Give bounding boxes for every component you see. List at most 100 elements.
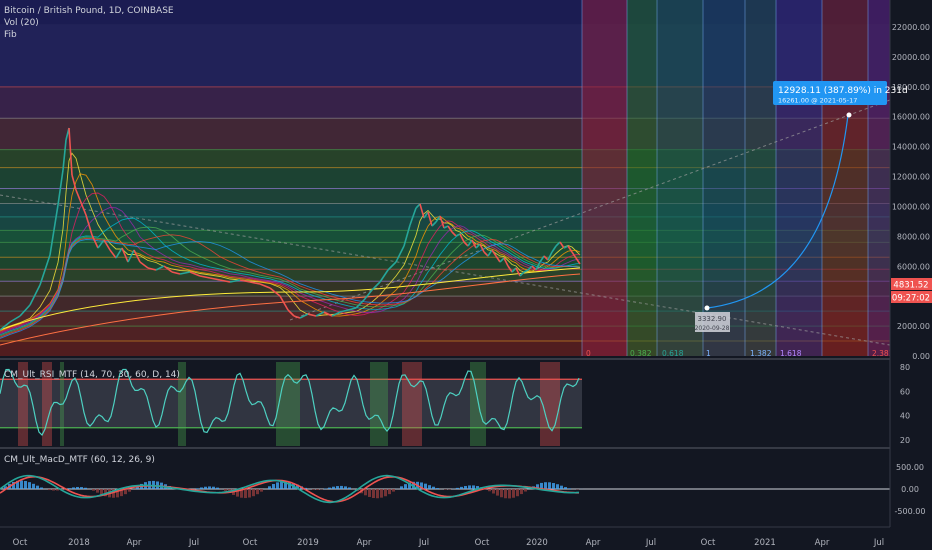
macd-histogram-bar — [32, 483, 35, 489]
macd-histogram-bar — [212, 486, 215, 489]
time-tick-label: Jul — [418, 538, 429, 548]
volume-indicator-label[interactable]: Vol (20) — [4, 18, 39, 28]
rsi-tick-label: 60 — [900, 387, 910, 396]
macd-histogram-bar — [200, 487, 203, 489]
macd-histogram-bar — [556, 484, 559, 489]
fib-time-zone — [868, 0, 890, 356]
time-tick-label: 2020 — [526, 538, 548, 548]
macd-histogram-bar — [340, 485, 343, 489]
macd-histogram-bar — [92, 489, 95, 491]
macd-histogram-bar — [196, 488, 199, 489]
macd-histogram-bar — [504, 489, 507, 499]
macd-histogram-bar — [260, 489, 263, 492]
macd-histogram-bar — [508, 489, 511, 499]
projection-start-price: 3332.90 — [698, 315, 727, 323]
macd-histogram-bar — [496, 489, 499, 496]
time-tick-label: Jul — [188, 538, 199, 548]
price-tick-label: 0.00 — [912, 352, 930, 361]
rsi-tick-label: 80 — [900, 363, 910, 372]
macd-histogram-bar — [28, 482, 31, 489]
rsi-tick-label: 40 — [900, 412, 910, 421]
price-tick-label: 16000.00 — [892, 113, 930, 122]
macd-histogram-bar — [216, 487, 219, 489]
symbol-title[interactable]: Bitcoin / British Pound, 1D, COINBASE — [4, 6, 174, 16]
macd-histogram-bar — [24, 481, 27, 489]
macd-histogram-bar — [36, 485, 39, 489]
macd-histogram-bar — [428, 485, 431, 489]
macd-histogram-bar — [432, 486, 435, 489]
macd-histogram-bar — [520, 489, 523, 495]
projection-start-date: 2020-09-28 — [695, 325, 730, 332]
fib-time-zone — [822, 0, 868, 356]
macd-histogram-bar — [244, 489, 247, 499]
macd-histogram-bar — [564, 487, 567, 489]
time-tick-label: Jul — [873, 538, 884, 548]
macd-histogram-bar — [252, 489, 255, 497]
rsi-indicator-title[interactable]: CM_Ult_RSI_MTF (14, 70, 30, 60, D, 14) — [4, 370, 180, 380]
macd-histogram-bar — [84, 487, 87, 489]
last-price-value: 4831.52 — [893, 281, 928, 291]
macd-histogram-bar — [388, 489, 391, 495]
macd-histogram-bar — [80, 487, 83, 489]
price-tick-label: 10000.00 — [892, 202, 930, 211]
fib-time-label: 1.382 — [750, 349, 772, 358]
macd-histogram-bar — [68, 488, 71, 489]
macd-histogram-bar — [404, 484, 407, 489]
macd-histogram-bar — [548, 482, 551, 489]
macd-histogram-bar — [544, 482, 547, 489]
macd-histogram-bar — [460, 486, 463, 489]
bar-countdown: 09:27:02 — [892, 294, 930, 304]
macd-histogram-bar — [96, 489, 99, 493]
fib-time-label: 0.382 — [630, 349, 652, 358]
time-tick-label: Oct — [13, 538, 28, 548]
fib-indicator-label[interactable]: Fib — [4, 30, 17, 40]
macd-histogram-bar — [48, 489, 51, 491]
macd-histogram-bar — [332, 486, 335, 489]
trading-chart[interactable]: 0 0.382 0.618 1 1.382 1.618 2.382 22000.002000… — [0, 0, 932, 550]
time-tick-label: Apr — [127, 538, 142, 548]
macd-tick-label: 0.00 — [901, 485, 919, 494]
price-tick-label: 22000.00 — [892, 23, 930, 32]
price-tick-label: 8000.00 — [897, 232, 930, 241]
projection-start-point — [704, 305, 710, 311]
macd-histogram-bar — [52, 489, 55, 491]
time-tick-label: Apr — [586, 538, 601, 548]
macd-histogram-bar — [468, 485, 471, 489]
macd-histogram-bar — [512, 489, 515, 498]
fib-time-label: 1.618 — [780, 349, 802, 358]
time-tick-label: Apr — [815, 538, 830, 548]
macd-histogram-bar — [312, 489, 315, 490]
macd-histogram-bar — [488, 489, 491, 492]
macd-histogram-bar — [500, 489, 503, 498]
macd-histogram-bar — [424, 483, 427, 489]
macd-histogram-bar — [368, 489, 371, 497]
macd-histogram-bar — [464, 485, 467, 489]
macd-tick-label: -500.00 — [895, 507, 926, 516]
price-tick-label: 14000.00 — [892, 143, 930, 152]
price-tick-label: 6000.00 — [897, 262, 930, 271]
time-tick-label: Apr — [357, 538, 372, 548]
macd-histogram-bar — [344, 486, 347, 489]
macd-histogram-bar — [568, 488, 571, 489]
macd-histogram-bar — [472, 485, 475, 489]
macd-pane — [0, 474, 890, 504]
fib-time-zone — [703, 0, 745, 356]
macd-histogram-bar — [316, 489, 319, 490]
fib-time-label: 0 — [586, 349, 591, 358]
rsi-highlight-zone — [370, 362, 388, 446]
macd-indicator-title[interactable]: CM_Ult_MacD_MTF (60, 12, 26, 9) — [4, 455, 155, 465]
macd-histogram-bar — [72, 487, 75, 489]
macd-histogram-bar — [256, 489, 259, 495]
macd-histogram-bar — [224, 489, 227, 491]
macd-histogram-bar — [384, 489, 387, 497]
time-tick-label: 2019 — [297, 538, 319, 548]
fib-time-zone — [627, 0, 657, 356]
macd-histogram-bar — [364, 489, 367, 496]
macd-histogram-bar — [208, 486, 211, 489]
fib-time-label: 0.618 — [662, 349, 684, 358]
macd-histogram-bar — [204, 486, 207, 489]
fib-time-zone — [657, 0, 703, 356]
macd-histogram-bar — [552, 483, 555, 489]
macd-histogram-bar — [348, 487, 351, 489]
macd-histogram-bar — [272, 484, 275, 489]
